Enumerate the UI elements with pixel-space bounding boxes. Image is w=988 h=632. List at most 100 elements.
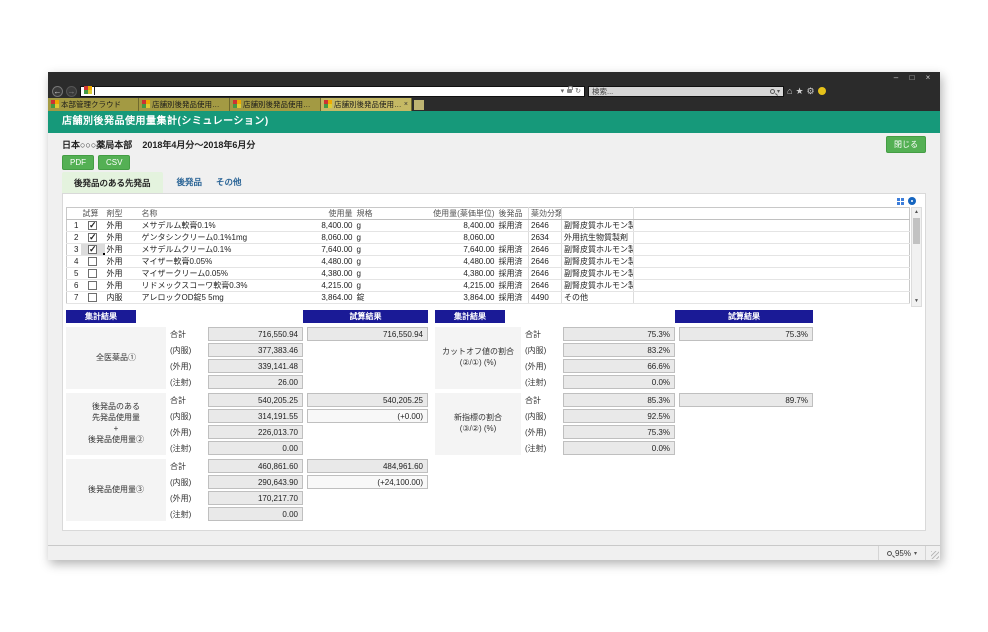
forward-icon[interactable]: → <box>66 86 77 97</box>
dosage-form-cell: 外用 <box>105 232 140 244</box>
summary-row: (注射)0.00 <box>166 507 428 521</box>
new-tab-button[interactable] <box>414 100 424 110</box>
summary-row-label: (外用) <box>166 361 208 372</box>
usage-cell: 3,864.00 <box>293 292 355 304</box>
sim-checkbox[interactable] <box>88 245 97 254</box>
refresh-icon[interactable]: ↻ <box>575 87 581 95</box>
feedback-icon[interactable] <box>818 87 826 95</box>
summary-group-label-line: (③/②) (%) <box>460 424 497 435</box>
category-code-cell: 2646 <box>529 280 562 292</box>
resize-grip[interactable] <box>931 551 939 559</box>
checkbox-cell[interactable] <box>81 256 105 268</box>
zoom-dropdown-icon[interactable]: ▾ <box>914 550 917 557</box>
summary-header: 集計結果試算結果 <box>435 310 813 323</box>
zoom-control[interactable]: 95% ▾ <box>878 546 926 560</box>
checkbox-cell[interactable] <box>81 280 105 292</box>
filler-cell <box>634 220 910 232</box>
search-input[interactable]: 検索... ▾ <box>588 86 784 97</box>
category-name-cell: 副腎皮質ホルモン製剤 <box>562 256 634 268</box>
summary-row-label: (注射) <box>521 377 563 388</box>
aggregate-value: 0.00 <box>208 507 303 521</box>
summary-row: (注射)0.0% <box>521 375 813 389</box>
checkbox-cell[interactable] <box>81 268 105 280</box>
back-icon[interactable]: ← <box>52 86 63 97</box>
column-header: 名称 <box>140 208 293 220</box>
summary-row: (注射)0.0% <box>521 441 813 455</box>
sim-checkbox[interactable] <box>88 293 97 302</box>
scroll-up-icon[interactable]: ▲ <box>914 208 919 217</box>
summary-group-label-line: 先発品使用量 <box>92 413 140 424</box>
help-icon[interactable] <box>908 197 916 205</box>
simulation-value: 89.7% <box>679 393 813 407</box>
text-caret <box>94 87 95 95</box>
unit-cell: g <box>355 232 385 244</box>
minimize-button[interactable]: – <box>888 72 904 84</box>
maximize-button[interactable]: □ <box>904 72 920 84</box>
summary-group-label-line: 全医薬品① <box>96 353 136 364</box>
sim-checkbox[interactable] <box>88 281 97 290</box>
browser-tab-label: 本部管理クラウド <box>61 99 135 110</box>
summary-row-label: 合計 <box>166 461 208 472</box>
home-icon[interactable]: ⌂ <box>787 86 792 97</box>
aggregate-result-header: 集計結果 <box>435 310 505 323</box>
unit-cell: 錠 <box>355 292 385 304</box>
usage-cell: 4,215.00 <box>293 280 355 292</box>
summary-group-label: 後発品使用量③ <box>66 459 166 521</box>
page-content: 店舗別後発品使用量集計(シミュレーション) 日本○○○薬局本部 2018年4月分… <box>48 111 940 545</box>
column-header <box>562 208 634 220</box>
browser-tab[interactable]: 本部管理クラウド <box>48 98 139 111</box>
address-bar[interactable]: ▾ ↻ <box>80 86 585 97</box>
dosage-form-cell: 内服 <box>105 292 140 304</box>
table-row: 6外用リドメックスコーワ軟膏0.3%4,215.00g4,215.00採用済26… <box>67 280 910 292</box>
tab-active[interactable]: 後発品のある先発品 <box>62 172 163 193</box>
pdf-button[interactable]: PDF <box>62 155 94 170</box>
checkbox-cell[interactable] <box>81 220 105 232</box>
summary-group: 後発品使用量③合計460,861.60484,961.60(内服)290,643… <box>66 459 428 521</box>
usage-price-units-cell: 8,060.00 <box>385 232 497 244</box>
expand-icon[interactable] <box>897 198 904 205</box>
summary-row: (外用)226,013.70 <box>166 425 428 439</box>
generic-status-cell: 採用済 <box>497 220 529 232</box>
csv-button[interactable]: CSV <box>98 155 130 170</box>
summary-row: 合計540,205.25540,205.25 <box>166 393 428 407</box>
aggregate-value: 92.5% <box>563 409 675 423</box>
vertical-scrollbar[interactable]: ▲ ▼ <box>911 207 922 307</box>
aggregate-value: 377,383.46 <box>208 343 303 357</box>
simulation-value: 540,205.25 <box>307 393 428 407</box>
browser-tab[interactable]: 店舗別後発品使用量集計(シ...× <box>321 98 412 111</box>
favorites-icon[interactable]: ★ <box>795 86 803 97</box>
summary-row-label: (外用) <box>521 361 563 372</box>
aggregate-value: 0.0% <box>563 441 675 455</box>
search-icon[interactable] <box>770 89 775 94</box>
close-window-button[interactable]: × <box>920 72 936 84</box>
tab-link[interactable]: その他 <box>216 176 242 193</box>
drug-name-cell: メサデルム軟膏0.1% <box>140 220 293 232</box>
sim-checkbox[interactable] <box>88 221 97 230</box>
scroll-down-icon[interactable]: ▼ <box>914 297 919 306</box>
column-header: 薬効分類 <box>529 208 562 220</box>
close-button[interactable]: 閉じる <box>886 136 926 153</box>
checkbox-cell[interactable] <box>81 232 105 244</box>
export-actions: PDF CSV <box>48 153 940 171</box>
scrollbar-thumb[interactable] <box>913 218 920 244</box>
sim-checkbox[interactable] <box>88 257 97 266</box>
aggregate-value: 170,217.70 <box>208 491 303 505</box>
search-dropdown-icon[interactable]: ▾ <box>777 88 780 95</box>
checkbox-cell[interactable] <box>81 292 105 304</box>
summary-row-label: (注射) <box>521 443 563 454</box>
address-dropdown-icon[interactable]: ▾ <box>561 87 565 95</box>
summary-group-label: 後発品のある先発品使用量+後発品使用量② <box>66 393 166 455</box>
summary-group: 全医薬品①合計716,550.94716,550.94(内服)377,383.4… <box>66 327 428 389</box>
sim-checkbox[interactable] <box>88 233 97 242</box>
browser-tab[interactable]: 店舗別後発品使用量集計 <box>139 98 230 111</box>
gear-icon[interactable]: ⚙ <box>807 86 815 97</box>
sim-checkbox[interactable] <box>88 269 97 278</box>
tab-link[interactable]: 後発品 <box>177 176 203 193</box>
browser-tab[interactable]: 店舗別後発品使用量集計(店舗.. <box>230 98 321 111</box>
tab-close-icon[interactable]: × <box>404 101 408 108</box>
row-number: 6 <box>67 280 81 292</box>
summary-section: 集計結果試算結果全医薬品①合計716,550.94716,550.94(内服)3… <box>66 310 922 532</box>
checkbox-cell[interactable] <box>81 244 105 256</box>
category-code-cell: 2646 <box>529 220 562 232</box>
aggregate-value: 85.3% <box>563 393 675 407</box>
